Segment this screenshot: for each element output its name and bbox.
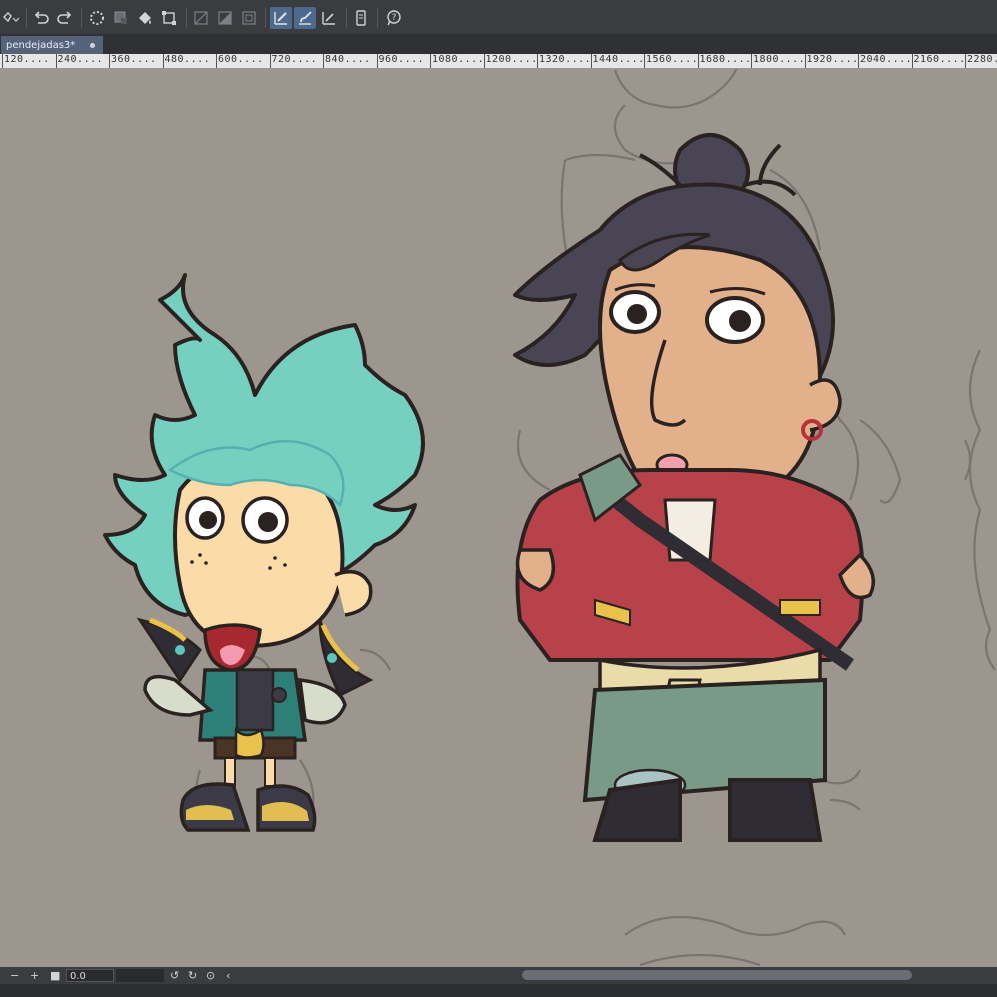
ruler-label: 240.... [57,54,104,65]
ruler-tick [751,54,752,68]
ruler-label: 1920.... [806,54,859,65]
zoom-input[interactable]: 0.0 [66,969,114,982]
ruler-label: 1680.... [699,54,752,65]
ruler-tick [162,54,164,68]
ruler-tick [537,54,538,68]
ruler-tick [858,54,859,68]
ruler-tick [216,54,217,68]
rotate-left-icon[interactable]: ↺ [170,970,179,982]
ruler-label: 1440.... [592,54,645,65]
reset-rotation-icon[interactable]: ⊙ [206,970,215,982]
ruler-label: 1080.... [432,54,485,65]
zoom-slider[interactable] [116,969,164,982]
character-man [513,133,876,842]
zoom-out-icon[interactable]: − [10,970,19,982]
ruler-label: 1200.... [485,54,538,65]
tab-document[interactable]: pendejadas3* [1,36,103,54]
ruler-tick [697,54,699,68]
ruler-tick [590,54,592,68]
document-tabbar: pendejadas3* [0,34,997,54]
snap-grid-icon[interactable] [238,7,260,29]
ruler-label: 480.... [164,54,211,65]
ruler-icon[interactable] [318,7,340,29]
ruler-label: 720.... [271,54,318,65]
ruler-tick [2,54,3,68]
ruler-tick [269,54,271,68]
ruler-label: 960.... [378,54,425,65]
phone-icon[interactable] [350,7,372,29]
unsaved-dot-icon[interactable] [90,43,95,48]
fill-icon[interactable] [134,7,156,29]
bottom-strip [0,984,997,997]
svg-text:?: ? [392,13,397,23]
brush-icon[interactable] [294,7,316,29]
ruler-label: 2280.... [967,54,997,65]
ruler-label: 120.... [4,54,50,65]
undo-icon[interactable] [30,7,52,29]
ruler-label: 1320.... [539,54,592,65]
horizontal-scrollbar[interactable] [522,970,912,980]
transform-icon[interactable] [158,7,180,29]
horizontal-ruler: 120.... 240.... 360.... 480.... 600.... 720..… [0,54,997,69]
pen-icon[interactable] [270,7,292,29]
redo-icon[interactable] [54,7,76,29]
tab-title: pendejadas3* [6,39,76,51]
loading-icon[interactable] [86,7,108,29]
ruler-tick [55,54,57,68]
ruler-label: 1560.... [646,54,699,65]
ruler-tick [911,54,913,68]
fit-icon[interactable]: ■ [50,970,60,982]
ruler-label: 2040.... [860,54,913,65]
snap-off-icon[interactable] [190,7,212,29]
ruler-tick [965,54,966,68]
ruler-tick [644,54,645,68]
zoom-in-icon[interactable]: + [30,970,39,982]
selection-icon[interactable] [110,7,132,29]
rotate-right-icon[interactable]: ↻ [188,970,197,982]
main-toolbar: ? [0,0,997,35]
layer-menu-icon[interactable] [0,7,22,29]
character-girl [103,273,425,832]
ruler-tick [804,54,806,68]
drawing-canvas[interactable] [0,69,997,967]
help-icon[interactable]: ? [382,7,404,29]
ruler-tick [483,54,485,68]
ruler-tick [376,54,378,68]
ruler-label: 600.... [218,54,264,65]
artwork [103,69,996,967]
ruler-label: 1800.... [753,54,806,65]
flip-icon[interactable]: ‹ [226,970,230,982]
ruler-tick [323,54,324,68]
ruler-label: 840.... [325,54,371,65]
ruler-label: 360.... [111,54,157,65]
ruler-tick [109,54,110,68]
snap-ruler-icon[interactable] [214,7,236,29]
ruler-label: 2160.... [913,54,966,65]
ruler-tick [430,54,431,68]
